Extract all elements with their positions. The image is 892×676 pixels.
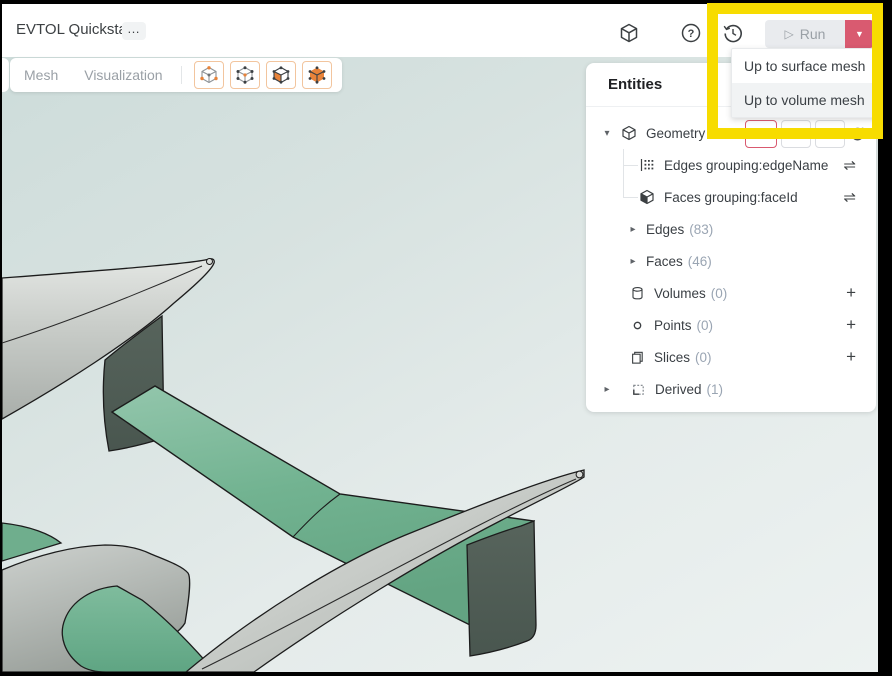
slices-count: (0) [695, 350, 712, 365]
surface-cube-icon [272, 66, 290, 84]
points-count: (0) [697, 318, 714, 333]
caret-expanded-icon[interactable]: ▾ [602, 128, 612, 139]
more-menu-button[interactable]: … [122, 22, 146, 40]
tree-row-derived[interactable]: ▸ Derived (1) [586, 373, 876, 405]
solid-cube-icon [308, 66, 326, 84]
display-mode-solid-button[interactable] [302, 61, 332, 89]
faces-grouping-icon [638, 188, 656, 206]
tab-mesh[interactable]: Mesh [24, 67, 58, 83]
tree-row-faces[interactable]: ▸ Faces (46) [586, 245, 876, 277]
tree-row-slices[interactable]: Slices (0) + [586, 341, 876, 373]
caret-collapsed-icon[interactable]: ▸ [628, 256, 638, 267]
project-title: EVTOL Quickstart [16, 21, 136, 38]
tree-row-edges[interactable]: ▸ Edges (83) [586, 213, 876, 245]
run-dropdown-menu: Up to surface mesh Up to volume mesh [731, 48, 880, 118]
run-label: Run [800, 26, 826, 42]
geometry-action-button[interactable] [815, 120, 845, 148]
swap-grouping-icon[interactable]: ⇌ [843, 188, 856, 206]
svg-text:?: ? [688, 28, 695, 40]
points-icon [628, 316, 646, 334]
wireframe-cube-icon [200, 66, 218, 84]
model-bottom-wing [62, 586, 215, 672]
caret-collapsed-icon[interactable]: ▸ [602, 384, 612, 395]
caret-collapsed-icon[interactable]: ▸ [628, 224, 638, 235]
display-mode-wireframe-button[interactable] [194, 61, 224, 89]
tree-label-slices: Slices [654, 350, 690, 365]
tree-label-geometry: Geometry [646, 126, 705, 141]
toolbar-divider [181, 66, 182, 84]
tree-label-volumes: Volumes [654, 286, 706, 301]
points-cube-icon [236, 66, 254, 84]
tree-row-points[interactable]: Points (0) + [586, 309, 876, 341]
play-icon: ▷ [785, 28, 794, 40]
run-dropdown-button[interactable]: ▼ [845, 20, 874, 48]
entities-title: Entities [608, 76, 662, 93]
tree-row-volumes[interactable]: Volumes (0) + [586, 277, 876, 309]
tree-label-points: Points [654, 318, 692, 333]
run-button[interactable]: ▷ Run [765, 20, 845, 48]
help-icon[interactable]: ? [680, 22, 702, 44]
geometry-confirm-button[interactable] [745, 120, 777, 148]
edges-grouping-icon [638, 156, 656, 174]
geometry-action-button[interactable] [781, 120, 811, 148]
volumes-icon [628, 284, 646, 302]
derived-count: (1) [707, 382, 724, 397]
geometry-actions [745, 120, 866, 148]
run-split-button: ▷ Run ▼ [765, 20, 874, 48]
geometry-box-icon[interactable] [618, 22, 640, 44]
collapsed-panel-handle[interactable] [2, 58, 9, 92]
tab-visualization[interactable]: Visualization [84, 67, 162, 83]
display-mode-surface-button[interactable] [266, 61, 296, 89]
add-point-button[interactable]: + [846, 315, 856, 335]
volumes-count: (0) [711, 286, 728, 301]
tree-label-edges: Edges [646, 222, 684, 237]
menu-item-surface-mesh[interactable]: Up to surface mesh [732, 49, 879, 83]
edges-count: (83) [689, 222, 713, 237]
swap-grouping-icon[interactable]: ⇌ [843, 156, 856, 174]
caret-down-icon: ▼ [855, 29, 864, 39]
tree-row-edges-grouping[interactable]: Edges grouping:edgeName ⇌ [586, 149, 876, 181]
tree-label-derived: Derived [655, 382, 702, 397]
tree-label-edges-grouping: Edges grouping:edgeName [664, 158, 828, 173]
add-slice-button[interactable]: + [846, 347, 856, 367]
tree-label-faces: Faces [646, 254, 683, 269]
tree-label-faces-grouping: Faces grouping:faceId [664, 190, 798, 205]
geometry-cube-icon [620, 124, 638, 142]
view-toolbar: Mesh Visualization [10, 58, 342, 92]
derived-icon [629, 380, 647, 398]
run-history-icon[interactable] [722, 22, 744, 44]
add-volume-button[interactable]: + [846, 283, 856, 303]
menu-item-volume-mesh[interactable]: Up to volume mesh [732, 83, 879, 117]
faces-count: (46) [688, 254, 712, 269]
model-lower-pylon [467, 521, 536, 656]
refresh-icon[interactable] [849, 126, 866, 143]
tree-row-faces-grouping[interactable]: Faces grouping:faceId ⇌ [586, 181, 876, 213]
display-mode-points-button[interactable] [230, 61, 260, 89]
slices-icon [628, 348, 646, 366]
